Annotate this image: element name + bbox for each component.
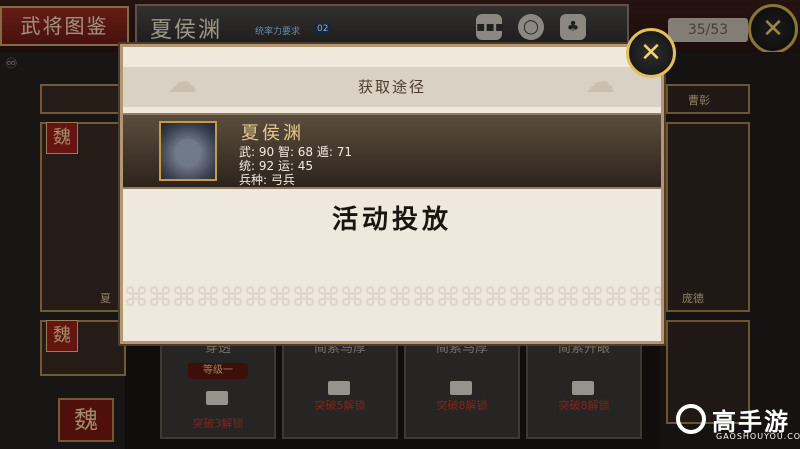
hero-name-label: 夏侯渊	[241, 123, 304, 144]
hero-troop-type: 兵种: 弓兵	[239, 173, 295, 187]
modal-title: 获取途径	[357, 78, 426, 96]
close-x-icon[interactable]: ✕	[626, 28, 676, 78]
acquisition-source: 活动投放	[331, 205, 452, 235]
brand-logo-icon	[676, 404, 706, 434]
lattice-pattern: ⌘⌘⌘⌘⌘⌘⌘⌘⌘⌘⌘⌘⌘⌘⌘⌘⌘⌘⌘⌘⌘⌘⌘⌘⌘	[123, 283, 661, 313]
hero-info-row: 夏侯渊 武: 90 智: 68 遁: 71 统: 92 运: 45 兵种: 弓兵	[123, 113, 661, 189]
hero-portrait	[159, 121, 217, 181]
hero-face	[175, 139, 201, 165]
acquisition-modal: ☁ ☁ 获取途径 夏侯渊 武: 90 智: 68 遁: 71 统: 92 运: …	[120, 44, 664, 344]
watermark-domain: GAOSHOUYOU.COM	[716, 432, 800, 441]
